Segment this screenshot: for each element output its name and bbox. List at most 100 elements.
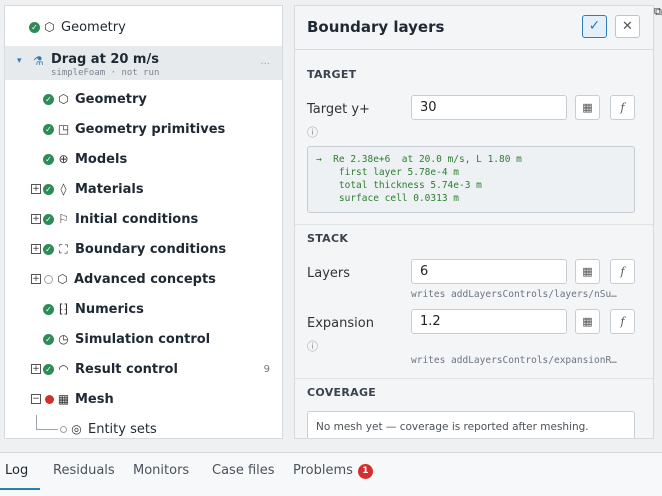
function-icon[interactable]: f [610,309,635,334]
gauge-icon: ◠ [58,362,69,376]
app-root: ✓ ⬡ Geometry ▾ ⚗ Drag at 20 m/s simpleFo… [0,0,662,496]
collapse-icon[interactable]: − [31,394,41,404]
table-icon[interactable]: ▦ [575,259,600,284]
tree-item-label: Advanced concepts [74,271,216,287]
tree-item-geometry-primitives[interactable]: ✓ ◳ Geometry primitives [5,115,282,143]
tree-item-simulation-control[interactable]: ✓ ◷ Simulation control [5,325,282,353]
boundary-icon: ⛶ [59,241,68,256]
tree-item-label: Result control [75,361,178,377]
tab-monitors[interactable]: Monitors [133,463,189,478]
panel-toggle-icon[interactable]: ⧉ [654,5,662,19]
expansion-label: Expansion [307,316,374,331]
collapse-arrow-icon[interactable]: ▾ [17,56,22,66]
expand-icon[interactable]: + [31,244,41,254]
tree-item-label: Geometry primitives [75,121,226,137]
function-icon[interactable]: f [610,95,635,120]
case-subtitle: simpleFoam · not run [51,68,160,78]
status-empty-icon [44,274,53,284]
function-icon[interactable]: f [610,259,635,284]
tree-item-result-control[interactable]: + ✓ ◠ Result control 9 [5,355,282,383]
check-icon: ✓ [43,303,54,315]
check-icon: ✓ [43,93,54,105]
problems-count-badge: 1 [357,464,373,479]
active-tab-indicator [0,488,40,490]
check-icon: ✓ [43,183,54,195]
target-y-input[interactable]: 30 [411,95,567,120]
tree-item-label: Mesh [75,391,114,407]
confirm-button[interactable]: ✓ [582,15,607,38]
more-icon[interactable]: ... [260,56,270,67]
table-icon[interactable]: ▦ [575,95,600,120]
divider [295,224,653,225]
check-icon: ✓ [43,123,54,135]
tree-item-numerics[interactable]: ✓ ⁅⁆ Numerics [5,295,282,323]
layers-input[interactable]: 6 [411,259,567,284]
check-icon: ✓ [43,333,54,345]
tab-case-files[interactable]: Case files [212,463,275,478]
tree-item-label: Simulation control [75,331,211,347]
cube-icon: ⬡ [58,92,69,106]
tab-problems[interactable]: Problems 1 [293,463,373,479]
tree-item-mesh[interactable]: − ▦ Mesh [5,385,282,413]
tree-item-models[interactable]: ✓ ⊕ Models [5,145,282,173]
flask-icon: ⚗ [33,54,44,68]
check-icon: ✓ [29,21,40,33]
tree-item-label: Materials [75,181,144,197]
expansion-input[interactable]: 1.2 [411,309,567,334]
status-empty-icon [60,425,67,433]
bottom-tab-bar: Log Residuals Monitors Case files Proble… [0,452,662,496]
target-result-box: → Re 2.38e+6 at 20.0 m/s, L 1.80 m first… [307,146,635,213]
numerics-icon: ⁅⁆ [58,302,69,316]
target-icon: ◎ [71,422,82,436]
tree-item-label: Models [75,151,128,167]
boundary-layers-panel: Boundary layers ✓ ✕ TARGET Target y+ 30 … [294,5,654,439]
layers-label: Layers [307,266,351,281]
info-icon[interactable]: ⓘ [307,338,318,354]
divider [295,378,653,379]
tab-log[interactable]: Log [5,463,28,478]
cube-icon: ⬡ [44,20,55,34]
status-error-icon [45,394,54,404]
tree-connector [36,415,37,429]
section-coverage: COVERAGE [307,386,377,399]
table-icon[interactable]: ▦ [575,309,600,334]
globe-icon: ⊕ [58,152,69,166]
section-target: TARGET [307,68,357,81]
tree-item-entity-sets[interactable]: ◎ Entity sets [5,415,282,438]
expand-icon[interactable]: + [31,214,41,224]
expand-icon[interactable]: + [31,364,41,374]
panel-header: Boundary layers ✓ ✕ [295,6,653,50]
tree-item-label: Boundary conditions [75,241,227,257]
tree-item-geometry[interactable]: ✓ ⬡ Geometry [5,85,282,113]
info-icon[interactable]: ⓘ [307,124,318,140]
case-tree: ✓ ⬡ Geometry ▾ ⚗ Drag at 20 m/s simpleFo… [4,5,283,439]
expand-icon[interactable]: + [31,184,41,194]
check-icon: ✓ [43,213,54,225]
tree-item-advanced-concepts[interactable]: + ⬡ Advanced concepts [5,265,282,293]
coverage-message: No mesh yet — coverage is reported after… [307,411,635,438]
tab-residuals[interactable]: Residuals [53,463,115,478]
tab-problems-label: Problems [293,463,353,478]
tree-item-label: Numerics [75,301,144,317]
tree-connector [36,429,58,430]
check-icon: ✓ [43,243,54,255]
layers-writes-path: writes addLayersControls/layers/nSu… [411,289,617,300]
case-header[interactable]: ▾ ⚗ Drag at 20 m/s simpleFoam · not run … [5,46,282,80]
section-stack: STACK [307,232,349,245]
tree-item-initial-conditions[interactable]: + ✓ ⚐ Initial conditions [5,205,282,233]
shapes-icon: ◳ [57,122,70,136]
check-icon: ✓ [43,363,54,375]
hexagon-icon: ⬡ [57,272,68,286]
tree-item-geometry-top[interactable]: ✓ ⬡ Geometry [5,13,282,41]
target-y-label: Target y+ [307,102,370,117]
expand-icon[interactable]: + [31,274,41,284]
close-button[interactable]: ✕ [615,15,640,38]
droplet-icon: ◊ [60,182,67,196]
tree-item-label: Initial conditions [75,211,199,227]
check-icon: ✓ [43,153,54,165]
tree-item-materials[interactable]: + ✓ ◊ Materials [5,175,282,203]
tree-item-boundary-conditions[interactable]: + ✓ ⛶ Boundary conditions [5,235,282,263]
result-count: 9 [263,363,270,375]
tree-item-label: Geometry [75,91,147,107]
tree-item-label: Geometry [61,19,126,35]
